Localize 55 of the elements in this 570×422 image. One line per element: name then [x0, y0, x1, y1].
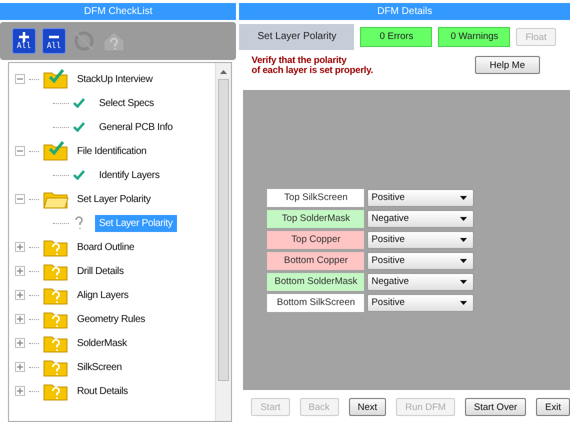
tree-item[interactable]: SolderMask — [73, 334, 131, 352]
polarity-dropdown[interactable]: Negative — [367, 210, 474, 228]
layer-name: Top SilkScreen — [267, 188, 364, 206]
tree-item[interactable]: Set Layer Polarity — [73, 190, 155, 208]
polarity-dropdown[interactable]: Positive — [367, 252, 474, 270]
tree-item[interactable]: Align Layers — [73, 286, 132, 304]
instruction-text: Verify that the polarity of each layer is set properly. — [251, 56, 374, 76]
scrollbar[interactable] — [215, 63, 232, 421]
help-me-button[interactable]: Help Me — [474, 56, 540, 74]
tree-item[interactable]: Identify Layers — [95, 166, 164, 184]
plus-icon — [19, 32, 29, 42]
tree-item[interactable]: Geometry Rules — [73, 310, 150, 328]
expand-toggle[interactable] — [15, 266, 25, 276]
caret-icon — [460, 238, 468, 242]
polarity-dropdown[interactable]: Negative — [367, 272, 474, 290]
panel-title: DFM CheckList — [0, 3, 236, 20]
tree-item[interactable]: StackUp Interview — [73, 70, 156, 88]
nav-button[interactable]: Exit — [536, 398, 570, 416]
error-count: 0 Errors — [360, 27, 432, 47]
layer-name: Bottom SolderMask — [267, 272, 364, 290]
tree-item[interactable]: File Identification — [73, 142, 150, 160]
tree-item[interactable]: SilkScreen — [73, 358, 126, 376]
collapse-toggle[interactable] — [15, 194, 25, 204]
caret-icon — [460, 216, 468, 220]
collapse-all-button[interactable]: All — [42, 28, 66, 54]
expand-toggle[interactable] — [15, 314, 25, 324]
scroll-up-icon[interactable] — [220, 69, 228, 75]
expand-toggle[interactable] — [15, 362, 25, 372]
nav-button[interactable]: Start Over — [464, 398, 526, 416]
collapse-toggle[interactable] — [15, 146, 25, 156]
tree-item[interactable]: Drill Details — [73, 262, 128, 280]
layer-name: Bottom Copper — [267, 252, 364, 270]
layer-name: Top SolderMask — [267, 210, 364, 228]
expand-all-button[interactable]: All — [12, 28, 36, 54]
caret-icon — [460, 280, 468, 284]
tree-item[interactable]: General PCB Info — [95, 118, 177, 136]
nav-button[interactable]: Next — [348, 398, 386, 416]
tree-item[interactable]: Board Outline — [73, 238, 138, 256]
expand-toggle[interactable] — [15, 338, 25, 348]
panel-title: DFM Details — [239, 3, 570, 20]
layer-name: Bottom SilkScreen — [267, 294, 364, 312]
tree-item[interactable]: Select Specs — [95, 94, 158, 112]
caret-icon — [460, 258, 468, 262]
layer-name: Top Copper — [267, 230, 364, 248]
caret-icon — [460, 196, 468, 200]
expand-toggle[interactable] — [15, 290, 25, 300]
warning-count: 0 Warnings — [438, 27, 510, 47]
tree-item[interactable]: Rout Details — [73, 382, 132, 400]
expand-toggle[interactable] — [15, 242, 25, 252]
polarity-dropdown[interactable]: Positive — [367, 230, 474, 248]
caret-icon — [460, 300, 468, 304]
polarity-dropdown[interactable]: Positive — [367, 294, 474, 312]
expand-toggle[interactable] — [15, 386, 25, 396]
collapse-toggle[interactable] — [15, 74, 25, 84]
polarity-dropdown[interactable]: Positive — [367, 188, 474, 206]
